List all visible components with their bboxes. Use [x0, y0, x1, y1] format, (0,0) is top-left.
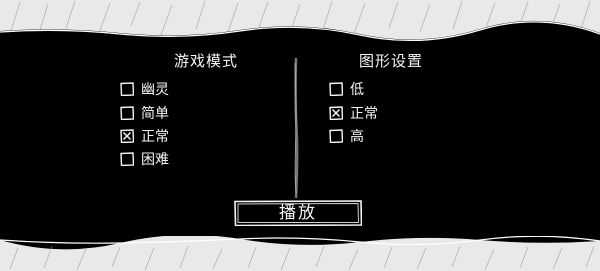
bottom-border-band: [0, 236, 600, 271]
play-button[interactable]: 播放: [234, 200, 362, 226]
graphics-settings-title: 图形设置: [359, 52, 424, 70]
column-divider: [290, 57, 302, 199]
checkbox-icon[interactable]: [120, 82, 134, 96]
graphics-option-high[interactable]: 高: [329, 127, 364, 145]
option-label: 低: [350, 82, 364, 98]
option-label: 简单: [141, 106, 169, 122]
option-label: 正常: [350, 106, 378, 122]
play-button-label: 播放: [279, 203, 317, 223]
top-border-band: [0, 0, 600, 42]
option-label: 高: [350, 129, 364, 145]
game-mode-option-hard[interactable]: 困难: [120, 150, 169, 168]
checked-checkbox-icon[interactable]: [329, 106, 343, 120]
option-label: 困难: [141, 152, 169, 168]
game-mode-option-normal[interactable]: 正常: [120, 127, 169, 145]
checkbox-icon[interactable]: [329, 82, 343, 96]
checkbox-icon[interactable]: [120, 106, 134, 120]
option-label: 正常: [141, 129, 169, 145]
game-mode-option-easy[interactable]: 简单: [120, 104, 169, 122]
checkbox-icon[interactable]: [329, 129, 343, 143]
graphics-option-low[interactable]: 低: [329, 80, 364, 98]
graphics-option-normal[interactable]: 正常: [329, 104, 378, 122]
checkbox-icon[interactable]: [120, 152, 134, 166]
game-mode-option-ghost[interactable]: 幽灵: [120, 80, 169, 98]
checked-checkbox-icon[interactable]: [120, 129, 134, 143]
game-mode-title: 游戏模式: [174, 52, 239, 70]
option-label: 幽灵: [141, 82, 169, 98]
